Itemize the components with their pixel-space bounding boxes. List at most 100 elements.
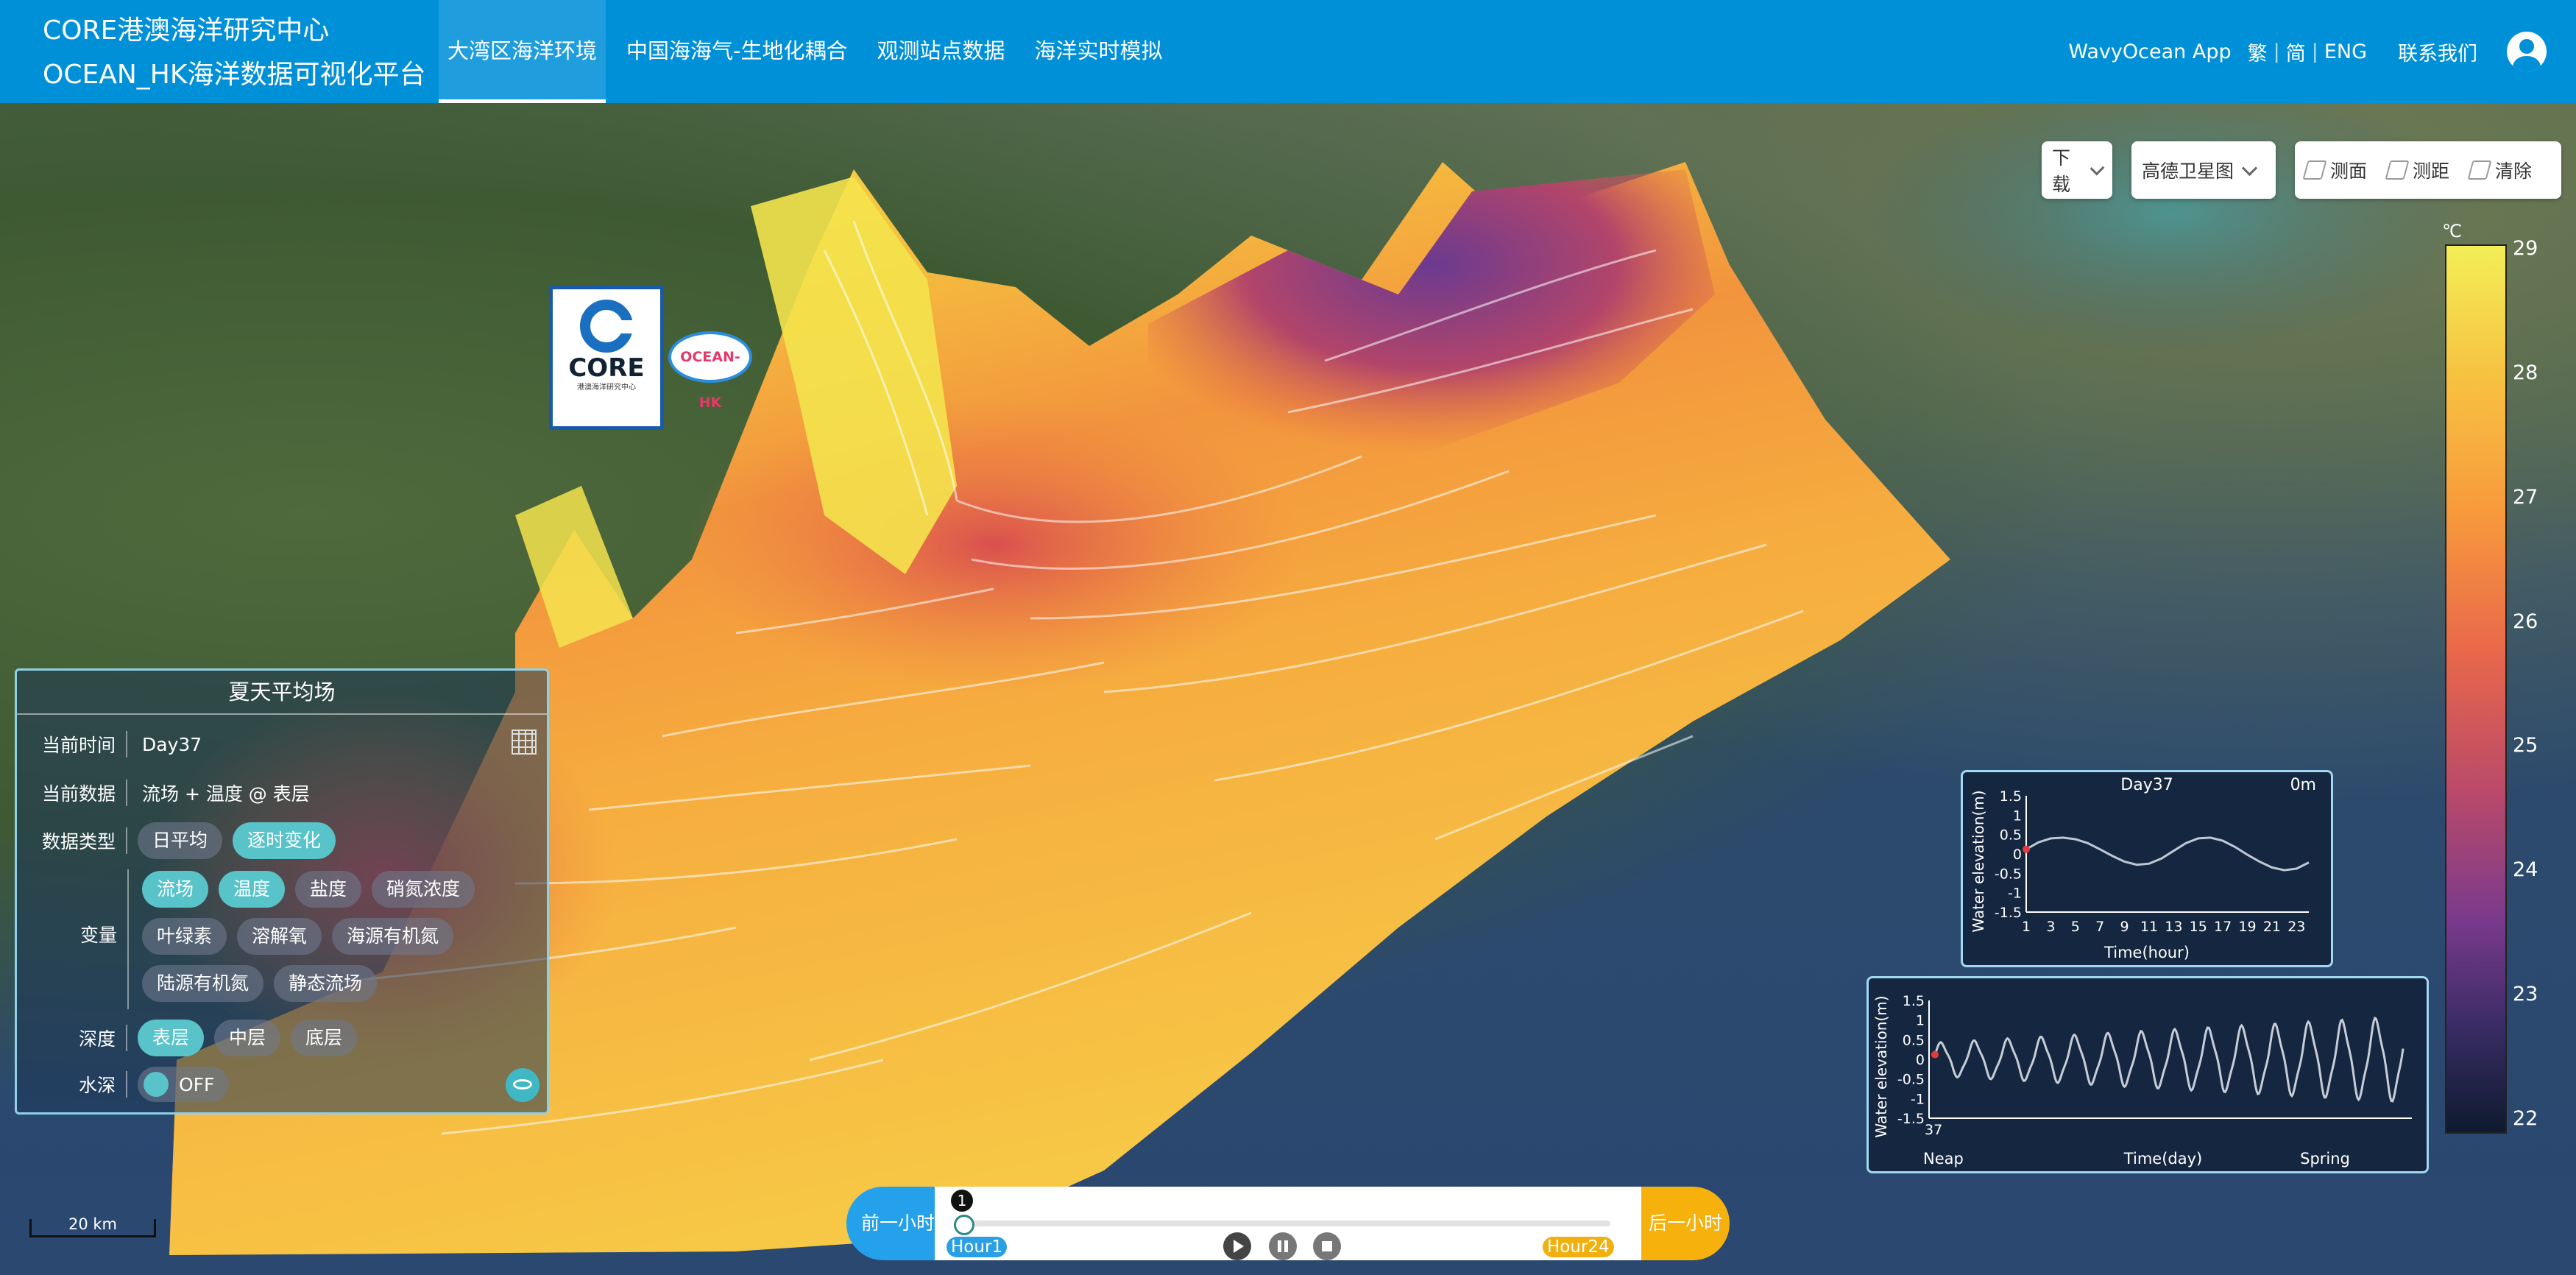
brand-line-1: CORE港澳海洋研究中心 xyxy=(43,15,330,46)
basemap-select[interactable]: 高德卫星图 xyxy=(2131,141,2276,199)
var-current[interactable]: 流场 xyxy=(142,871,209,908)
data-label: 当前数据 xyxy=(17,780,127,806)
row-current-data: 当前数据 流场 + 温度 @ 表层 xyxy=(17,780,310,806)
y-tick-label: -0.5 xyxy=(1995,866,2022,882)
daily-elevation-svg: 1.5 1 0.5 0 -0.5 -1 -1.537 Neap Time(day) Spring W… xyxy=(1872,993,2412,1168)
x-tick-label: 37 xyxy=(1925,1122,1942,1138)
download-label: 下载 xyxy=(2052,147,2071,195)
var-temperature[interactable]: 温度 xyxy=(219,871,286,908)
ocean-hk-logo: OCEAN-HK xyxy=(668,331,752,411)
x-tick-label: 11 xyxy=(2140,919,2158,935)
measure-area-icon xyxy=(2302,160,2327,180)
row-current-time: 当前时间 Day37 xyxy=(17,731,202,757)
timeline: 前一小时 1 Hour1 Hour24 后一小时 xyxy=(846,1187,1730,1260)
lang-traditional[interactable]: 繁 xyxy=(2248,38,2268,66)
clear-button[interactable]: 清除 xyxy=(2460,157,2542,183)
colorbar-tick: 29 xyxy=(2513,237,2538,260)
var-dissolved-oxygen[interactable]: 溶解氧 xyxy=(237,918,322,955)
tab-station-data[interactable]: 观测站点数据 xyxy=(868,0,1013,103)
user-avatar-icon[interactable] xyxy=(2507,32,2547,71)
stop-button[interactable] xyxy=(1313,1232,1341,1260)
timeline-body: 1 Hour1 Hour24 xyxy=(935,1187,1641,1260)
grid-icon[interactable] xyxy=(512,730,537,755)
x-tick-label: 3 xyxy=(2046,919,2055,935)
hourly-elevation-svg: Day37 0m1.510.50-0.5-1-1.51 3 5 7 9 11 13 15 17 19… xyxy=(1970,776,2316,961)
top-header: CORE港澳海洋研究中心 OCEAN_HK海洋数据可视化平台 大湾区海洋环境 中… xyxy=(0,0,2576,103)
colorbar-tick: 27 xyxy=(2513,485,2538,509)
contact-link[interactable]: 联系我们 xyxy=(2398,38,2477,66)
colorbar-tick: 25 xyxy=(2513,734,2538,757)
x-axis-label: Time(hour) xyxy=(2103,944,2190,961)
toggle-state: OFF xyxy=(179,1073,215,1095)
variables-row-2: 叶绿素 溶解氧 海源有机氮 xyxy=(142,918,464,955)
pause-button[interactable] xyxy=(1269,1232,1297,1260)
scale-bar-label: 20 km xyxy=(68,1215,117,1233)
start-hour-label: Hour1 xyxy=(946,1237,1008,1257)
colorbar-tick: 26 xyxy=(2513,610,2538,633)
hourly-elevation-chart: Day37 0m 1.5 1 0.5 0 -0.5 -1 -1.5 1 3 5 7 9 11 13 15 17 19… xyxy=(1961,770,2333,967)
temperature-colorbar xyxy=(2445,244,2507,1134)
var-marine-organic-n[interactable]: 海源有机氮 xyxy=(332,918,454,955)
play-button[interactable] xyxy=(1223,1232,1251,1260)
current-time-marker xyxy=(2023,845,2030,853)
tab-gba-ocean[interactable]: 大湾区海洋环境 xyxy=(439,0,606,103)
y-tick-label: -0.5 xyxy=(1897,1072,1925,1088)
var-salinity[interactable]: 盐度 xyxy=(295,871,362,908)
type-daily-average[interactable]: 日平均 xyxy=(138,822,223,859)
core-logo-mark xyxy=(580,300,634,353)
visibility-eye-icon[interactable] xyxy=(506,1068,539,1102)
var-chlorophyll[interactable]: 叶绿素 xyxy=(142,918,227,955)
bathymetry-toggle[interactable]: OFF xyxy=(138,1067,230,1102)
timeline-thumb[interactable] xyxy=(954,1215,974,1235)
next-hour-button[interactable]: 后一小时 xyxy=(1641,1187,1730,1260)
timeline-track[interactable] xyxy=(963,1221,1610,1226)
elevation-series-line xyxy=(1933,1016,2405,1103)
depth-bottom[interactable]: 底层 xyxy=(291,1020,358,1056)
elevation-series-line xyxy=(2025,836,2310,872)
colorbar-tick: 28 xyxy=(2513,361,2538,384)
clear-label: 清除 xyxy=(2495,160,2533,182)
type-hourly[interactable]: 逐时变化 xyxy=(233,822,336,859)
lang-english[interactable]: ENG xyxy=(2324,40,2367,63)
time-label: 当前时间 xyxy=(17,731,127,757)
basemap-label: 高德卫星图 xyxy=(2142,160,2234,182)
tab-china-sea-coupled[interactable]: 中国海海气-生地化耦合 xyxy=(618,0,856,103)
prev-hour-button[interactable]: 前一小时 xyxy=(846,1187,938,1260)
y-tick-label: 0 xyxy=(2013,847,2022,863)
measure-tools: 测面 测距 清除 xyxy=(2295,141,2561,199)
panel-title: 夏天平均场 xyxy=(17,671,547,715)
measure-distance-label: 测距 xyxy=(2413,160,2450,182)
var-nitrate[interactable]: 硝氮浓度 xyxy=(372,871,475,908)
x-tick-label: 21 xyxy=(2263,919,2281,935)
depth-surface[interactable]: 表层 xyxy=(138,1020,205,1056)
measure-area-button[interactable]: 测面 xyxy=(2295,157,2377,183)
y-tick-label: 1 xyxy=(2013,808,2022,824)
depth-label: 深度 xyxy=(17,1025,127,1051)
y-axis-label: Water elevation(m) xyxy=(1970,790,1987,932)
core-logo-text: CORE xyxy=(568,353,645,383)
y-tick-label: -1.5 xyxy=(1995,905,2022,921)
depth-middle[interactable]: 中层 xyxy=(214,1020,281,1056)
y-axis-label: Water elevation(m) xyxy=(1872,995,1890,1137)
variable-divider xyxy=(127,869,129,1009)
colorbar-tick: 24 xyxy=(2513,858,2538,882)
y-tick-label: 0.5 xyxy=(1903,1032,1925,1048)
header-right: WavyOcean App 繁 | 简 | ENG 联系我们 xyxy=(2068,0,2547,103)
colorbar-tick: 22 xyxy=(2513,1107,2538,1130)
bathy-label: 水深 xyxy=(17,1071,127,1098)
app-link[interactable]: WavyOcean App xyxy=(2068,40,2231,63)
var-terrestrial-organic-n[interactable]: 陆源有机氮 xyxy=(142,965,264,1002)
measure-distance-button[interactable]: 测距 xyxy=(2377,157,2460,183)
chevron-down-icon xyxy=(2241,160,2258,176)
toggle-knob xyxy=(144,1072,169,1097)
y-tick-label: 1.5 xyxy=(1903,993,1925,1009)
lang-simplified[interactable]: 简 xyxy=(2286,38,2306,66)
tab-realtime-sim[interactable]: 海洋实时模拟 xyxy=(1026,0,1172,103)
ruler-icon xyxy=(2385,160,2410,180)
measure-area-label: 测面 xyxy=(2330,160,2368,182)
download-dropdown[interactable]: 下载 xyxy=(2042,141,2112,199)
var-static-current[interactable]: 静态流场 xyxy=(274,965,378,1002)
variable-label: 变量 xyxy=(79,925,117,946)
y-tick-label: 0 xyxy=(1916,1052,1925,1068)
current-day-marker xyxy=(1931,1050,1939,1059)
